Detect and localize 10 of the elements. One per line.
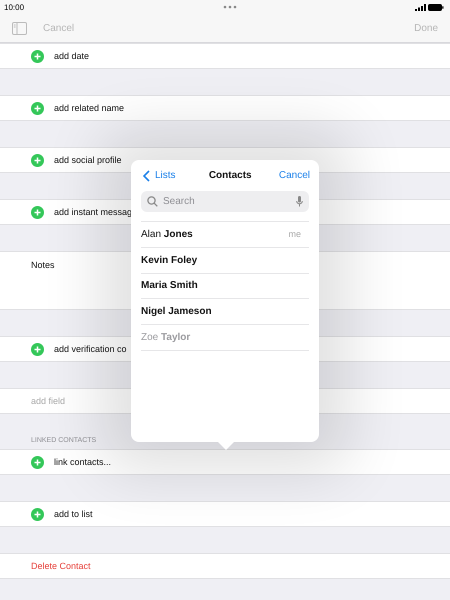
row-label: add verification co [54,344,127,354]
row-label: add date [54,51,90,61]
row-label: add to list [54,509,93,519]
popover-title: Contacts [208,170,252,181]
row-label: add instant messag [54,207,132,217]
row-label: link contacts... [54,457,112,467]
status-time: 10:00 [4,2,24,12]
me-label: me [288,229,301,240]
row-label: add social profile [54,155,122,165]
row-label: add related name [54,103,124,113]
